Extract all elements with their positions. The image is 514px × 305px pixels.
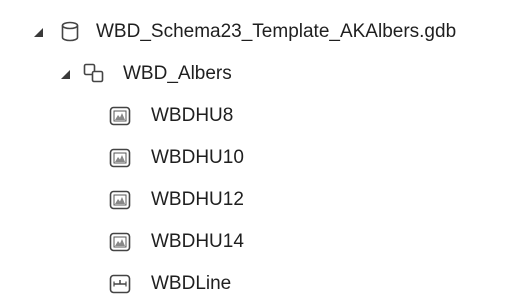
tree-node-feature-class[interactable]: WBDHU14: [0, 221, 514, 263]
tree-node-feature-class[interactable]: WBDHU12: [0, 179, 514, 221]
tree-node-label: WBDHU12: [151, 189, 244, 210]
tree-node-label: WBD_Schema23_Template_AKAlbers.gdb: [96, 21, 457, 42]
tree-node-label: WBDHU10: [151, 147, 244, 168]
database-icon: [59, 21, 81, 43]
tree-node-label: WBDHU8: [151, 105, 234, 126]
tree-node-feature-class[interactable]: WBDHU10: [0, 137, 514, 179]
tree-node-feature-class[interactable]: WBDHU8: [0, 95, 514, 137]
feature-dataset-icon: [83, 63, 105, 85]
tree-node-geodatabase[interactable]: WBD_Schema23_Template_AKAlbers.gdb: [0, 11, 514, 53]
polygon-feature-class-icon: [109, 147, 131, 169]
tree-node-label: WBDHU14: [151, 231, 244, 252]
tree-node-feature-dataset[interactable]: WBD_Albers: [0, 53, 514, 95]
collapse-toggle[interactable]: [58, 67, 72, 81]
line-feature-class-icon: [109, 273, 131, 295]
polygon-feature-class-icon: [109, 105, 131, 127]
collapse-toggle[interactable]: [31, 25, 45, 39]
tree-node-feature-class[interactable]: WBDLine: [0, 263, 514, 305]
tree-node-label: WBDLine: [151, 273, 232, 294]
polygon-feature-class-icon: [109, 231, 131, 253]
catalog-tree: WBD_Schema23_Template_AKAlbers.gdb WBD_A…: [0, 0, 514, 297]
tree-node-label: WBD_Albers: [123, 63, 232, 84]
polygon-feature-class-icon: [109, 189, 131, 211]
